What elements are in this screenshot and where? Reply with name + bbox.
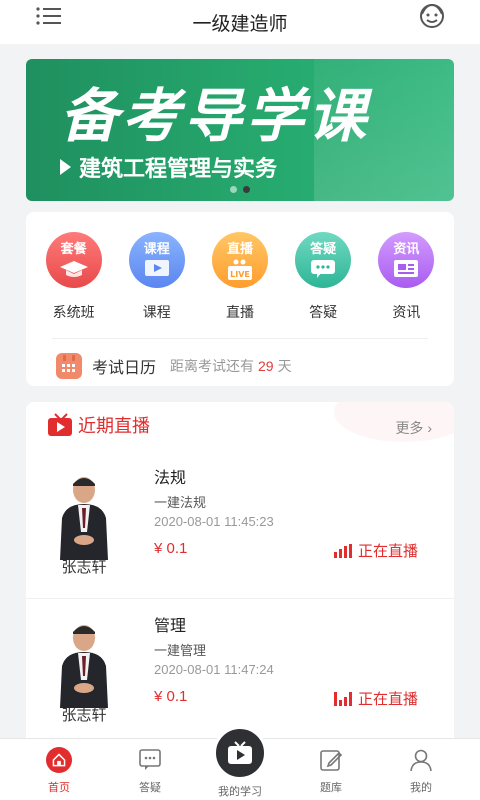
more-link[interactable]: 更多 › [395, 418, 432, 438]
shortcut-grid: 套餐 系统班 课程 课程 直播 LIVE 直播 答疑 答疑 资讯 资讯 [26, 232, 454, 322]
shortcut-badge: 课程 [128, 232, 185, 288]
newspaper-icon [394, 260, 419, 277]
more-label: 更多 [395, 420, 424, 436]
live-status-label: 正在直播 [357, 691, 418, 708]
shortcut-badge: 答疑 [295, 232, 352, 288]
my-study-label: 我的学习 [218, 786, 262, 798]
tab-qa[interactable]: 答疑 [120, 747, 180, 795]
banner-subtitle: 建筑工程管理与实务 [79, 156, 278, 181]
svg-text:LIVE: LIVE [230, 270, 250, 279]
tab-question-bank[interactable]: 题库 [301, 747, 361, 795]
shortcut-badge: 资讯 [378, 232, 435, 288]
live-status: 正在直播 [333, 688, 418, 709]
course-subtitle: 一建管理 [154, 643, 207, 658]
shortcut-news[interactable]: 资讯 资讯 [370, 232, 442, 322]
card-divider [52, 338, 428, 339]
recent-live-section: 近期直播 更多 › 张志轩 法规 一建法规 2020-08-01 11:45:2… [26, 402, 454, 738]
graduation-cap-icon [59, 261, 88, 277]
shortcut-tag: 课程 [143, 241, 170, 256]
shortcut-course[interactable]: 课程 课程 [121, 232, 193, 322]
tab-home[interactable]: 首页 [29, 747, 89, 795]
banner-subtitle-row: 建筑工程管理与实务 [60, 151, 277, 183]
live-item[interactable]: 张志轩 法规 一建法规 2020-08-01 11:45:23 ¥ 0.1 正在… [26, 458, 454, 606]
course-title: 法规 [154, 470, 187, 487]
teacher-name: 张志轩 [61, 707, 107, 724]
tab-label: 题库 [320, 782, 342, 794]
section-header: 近期直播 [46, 412, 150, 438]
section-title: 近期直播 [78, 416, 150, 436]
shortcut-tag: 答疑 [310, 241, 337, 256]
teacher-photo [60, 477, 108, 560]
calendar-icon [56, 353, 82, 379]
shortcut-label: 课程 [142, 304, 171, 320]
shortcut-badge: 套餐 [45, 232, 102, 288]
shortcut-tag: 资讯 [393, 241, 420, 256]
promo-banner[interactable]: 备考导学课 建筑工程管理与实务 [26, 59, 454, 201]
home-icon [46, 747, 72, 773]
message-icon [137, 747, 163, 773]
shortcut-label: 答疑 [309, 304, 338, 320]
exam-calendar[interactable]: 考试日历 距离考试还有 29 天 [56, 350, 292, 382]
tab-label: 首页 [48, 782, 70, 794]
shortcut-tag: 套餐 [60, 241, 87, 256]
section-decoration [334, 402, 454, 442]
shortcut-card: 套餐 系统班 课程 课程 直播 LIVE 直播 答疑 答疑 资讯 资讯 考试日历… [26, 212, 454, 386]
page-title: 一级建造师 [192, 13, 288, 35]
banner-pagination [26, 186, 454, 193]
live-tv-icon: LIVE [227, 259, 252, 280]
shortcut-system-class[interactable]: 套餐 系统班 [38, 232, 110, 322]
play-arrow-icon [60, 159, 71, 175]
shortcut-live[interactable]: 直播 LIVE 直播 [204, 232, 276, 322]
user-icon [408, 747, 434, 773]
edit-icon [318, 747, 344, 773]
tab-label: 我的 [410, 782, 432, 794]
banner-title: 备考导学课 [60, 84, 371, 149]
shortcut-tag: 直播 [226, 241, 253, 256]
teacher-photo [60, 625, 108, 708]
customer-service-icon[interactable] [418, 2, 446, 30]
play-screen-icon [144, 260, 169, 276]
countdown-text: 距离考试还有 [170, 358, 255, 374]
live-item[interactable]: 张志轩 管理 一建管理 2020-08-01 11:47:24 ¥ 0.1 正在… [26, 606, 454, 738]
chat-bubble-icon [311, 260, 336, 278]
tab-mine[interactable]: 我的 [391, 747, 451, 795]
banner-dot-active[interactable] [243, 186, 250, 193]
signal-bars-icon [333, 543, 352, 558]
row-divider [26, 598, 454, 599]
course-subtitle: 一建法规 [154, 495, 207, 510]
app-header: 一级建造师 [0, 0, 480, 44]
tab-label: 答疑 [139, 782, 161, 794]
tv-play-icon [228, 741, 252, 764]
shortcut-badge: 直播 LIVE [211, 232, 268, 288]
signal-bars-icon [333, 691, 352, 706]
shortcut-label: 资讯 [392, 304, 421, 320]
shortcut-label: 系统班 [52, 304, 95, 320]
countdown-days: 29 [258, 358, 274, 374]
course-price: ¥ 0.1 [154, 688, 188, 705]
live-status: 正在直播 [333, 540, 418, 561]
live-status-label: 正在直播 [357, 543, 418, 560]
live-tv-icon [48, 413, 72, 436]
course-time: 2020-08-01 11:45:23 [154, 514, 274, 529]
calendar-title: 考试日历 [92, 360, 157, 377]
menu-icon[interactable] [36, 6, 62, 26]
course-title: 管理 [154, 618, 187, 635]
shortcut-label: 直播 [225, 304, 254, 320]
course-time: 2020-08-01 11:47:24 [154, 662, 274, 677]
course-price: ¥ 0.1 [154, 540, 188, 557]
banner-dot[interactable] [230, 186, 237, 193]
countdown-unit: 天 [277, 358, 292, 374]
teacher-name: 张志轩 [61, 559, 107, 576]
shortcut-qa[interactable]: 答疑 答疑 [287, 232, 359, 322]
my-study-button[interactable] [213, 726, 267, 780]
